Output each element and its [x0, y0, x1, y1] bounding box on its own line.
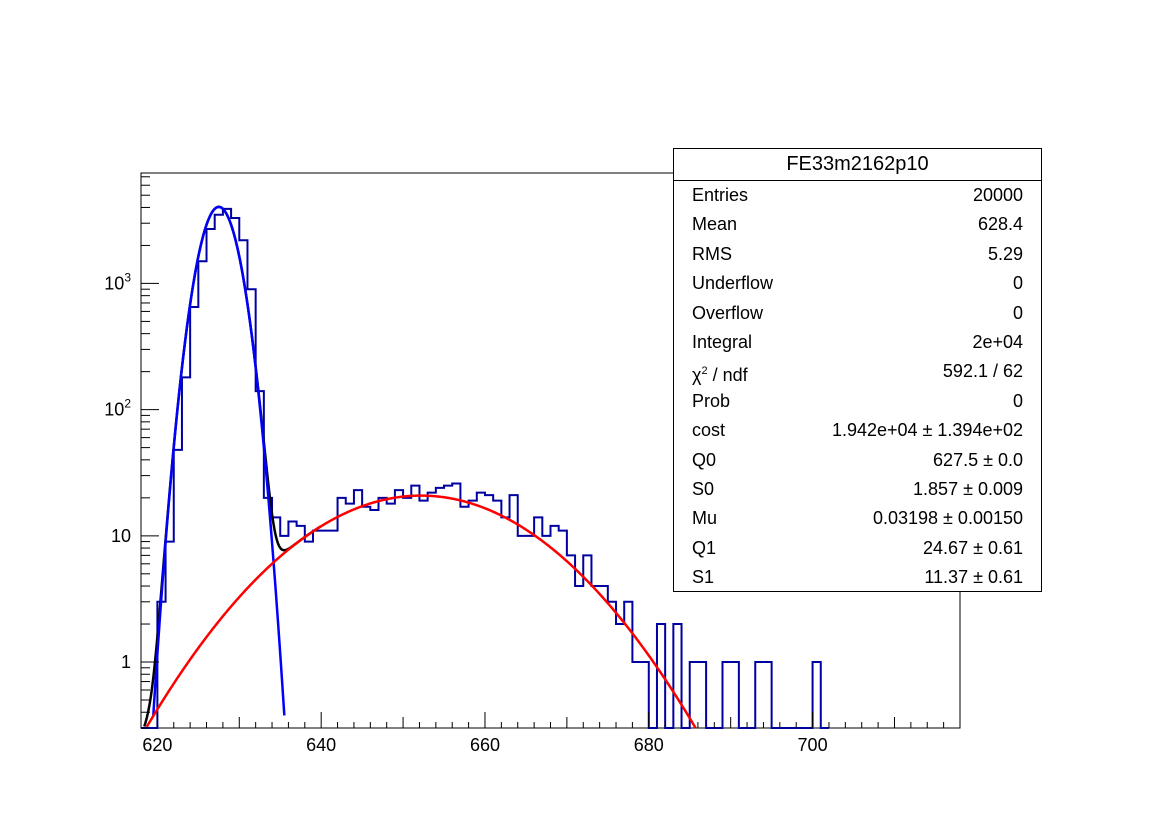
- stats-box: FE33m2162p10 Entries 20000 Mean 628.4 RMS 5.2…: [673, 148, 1042, 592]
- stats-value: 11.37 ± 0.61: [924, 567, 1023, 588]
- y-axis: 1 10 102 103: [104, 176, 159, 729]
- pedestal-fit-curve: [152, 205, 286, 716]
- stats-row-prob: Prob 0: [674, 387, 1041, 416]
- stats-row-chi2-ndf: χ2 / ndf 592.1 / 62: [674, 357, 1041, 386]
- stats-label: Q1: [692, 537, 717, 558]
- stats-row-mean: Mean 628.4: [674, 210, 1041, 239]
- stats-value: 1.857 ± 0.009: [913, 478, 1023, 499]
- stats-row-mu: Mu 0.03198 ± 0.00150: [674, 504, 1041, 533]
- fit-curves-layer: [143, 205, 697, 729]
- stats-title: FE33m2162p10: [674, 149, 1041, 181]
- y-tick-label: 1: [121, 652, 131, 672]
- stats-value: 20000: [972, 185, 1023, 205]
- stats-label: cost: [692, 420, 726, 441]
- stats-row-overflow: Overflow 0: [674, 299, 1041, 328]
- stats-row-entries: Entries 20000: [674, 181, 1041, 210]
- stats-rows: Entries 20000 Mean 628.4 RMS 5.29 Underflow 0 Ov…: [674, 181, 1041, 592]
- stats-label: RMS: [692, 243, 732, 264]
- stats-row-q0: Q0 627.5 ± 0.0: [674, 446, 1041, 475]
- y-tick-label: 102: [104, 397, 131, 420]
- stats-value: 0: [1012, 390, 1023, 411]
- stats-label: S0: [692, 478, 715, 499]
- stats-value: 2e+04: [972, 331, 1023, 352]
- stats-label: S1: [692, 567, 715, 588]
- y-tick-label: 103: [104, 270, 131, 293]
- x-tick-label: 640: [306, 735, 336, 755]
- stats-row-q1: Q1 24.67 ± 0.61: [674, 534, 1041, 563]
- stats-row-s0: S0 1.857 ± 0.009: [674, 475, 1041, 504]
- stats-value: 1.942e+04 ± 1.394e+02: [831, 420, 1023, 441]
- stats-label: Prob: [692, 390, 731, 411]
- stats-value: 5.29: [987, 243, 1023, 264]
- stats-row-integral: Integral 2e+04: [674, 328, 1041, 357]
- x-tick-label: 620: [142, 735, 172, 755]
- stats-row-s1: S1 11.37 ± 0.61: [674, 563, 1041, 592]
- x-tick-label: 700: [798, 735, 828, 755]
- stats-label: Underflow: [692, 273, 774, 294]
- stats-row-underflow: Underflow 0: [674, 269, 1041, 298]
- x-axis: 620 640 660 680 700: [140, 712, 961, 755]
- stats-label: χ2 / ndf: [692, 365, 748, 386]
- stats-value: 24.67 ± 0.61: [923, 537, 1023, 558]
- stats-value: 627.5 ± 0.0: [933, 449, 1023, 470]
- stats-label: Entries: [692, 185, 749, 205]
- y-tick-label: 10: [111, 526, 131, 546]
- stats-value: 592.1 / 62: [942, 361, 1023, 382]
- stats-row-rms: RMS 5.29: [674, 240, 1041, 269]
- stats-label: Mean: [692, 214, 738, 235]
- stats-label: Q0: [692, 449, 717, 470]
- stats-value: 628.4: [977, 214, 1023, 235]
- stats-label: Overflow: [692, 302, 764, 323]
- stats-row-cost: cost 1.942e+04 ± 1.394e+02: [674, 416, 1041, 445]
- stats-value: 0: [1012, 273, 1023, 294]
- stats-value: 0: [1012, 302, 1023, 323]
- total-fit-curve: [143, 205, 322, 727]
- stats-label: Mu: [692, 508, 718, 529]
- stats-label: Integral: [692, 331, 753, 352]
- x-tick-label: 660: [470, 735, 500, 755]
- x-tick-label: 680: [634, 735, 664, 755]
- signal-fit-curve: [145, 494, 697, 729]
- stats-value: 0.03198 ± 0.00150: [872, 508, 1023, 529]
